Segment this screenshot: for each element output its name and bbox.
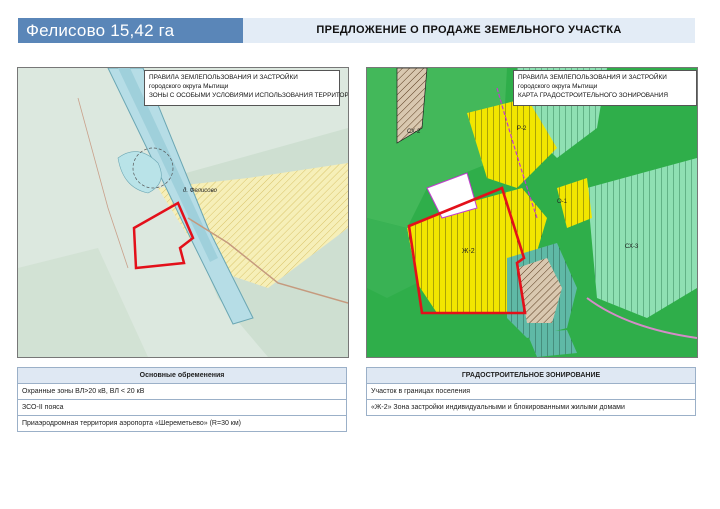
zoning-map-graphic: Ж-2 СХ-2 СХ-3 Р-2 О-1 bbox=[367, 68, 697, 357]
zoning-legend: ПРАВИЛА ЗЕМЛЕПОЛЬЗОВАНИЯ И ЗАСТРОЙКИ гор… bbox=[513, 70, 697, 106]
zone-label: Ж-2 bbox=[462, 248, 475, 255]
table-row: «Ж-2» Зона застройки индивидуальными и б… bbox=[366, 399, 696, 416]
page-title: Фелисово 15,42 га bbox=[18, 18, 243, 43]
encumbrances-table: Основные обременения Охранные зоны ВЛ>20… bbox=[17, 367, 347, 432]
zone-label: СХ-2 bbox=[407, 129, 421, 135]
zoning-heading: ГРАДОСТРОИТЕЛЬНОЕ ЗОНИРОВАНИЕ bbox=[366, 367, 696, 384]
zoning-table: ГРАДОСТРОИТЕЛЬНОЕ ЗОНИРОВАНИЕ Участок в … bbox=[366, 367, 696, 416]
restrictions-map-graphic: д. Фелисово bbox=[18, 68, 348, 357]
table-row: Участок в границах поселения bbox=[366, 383, 696, 400]
table-row: Охранные зоны ВЛ>20 кВ, ВЛ < 20 кВ bbox=[17, 383, 347, 400]
legend-line: городского округа Мытищи bbox=[518, 83, 598, 90]
village-label: д. Фелисово bbox=[183, 188, 218, 194]
zoning-map[interactable]: Ж-2 СХ-2 СХ-3 Р-2 О-1 ПРАВИЛА ЗЕМЛЕПОЛЬЗ… bbox=[366, 67, 698, 358]
legend-line: ЗОНЫ С ОСОБЫМИ УСЛОВИЯМИ ИСПОЛЬЗОВАНИЯ Т… bbox=[149, 92, 349, 99]
restrictions-map[interactable]: д. Фелисово ПРАВИЛА ЗЕМЛЕПОЛЬЗОВАНИЯ И З… bbox=[17, 67, 349, 358]
legend-line: городского округа Мытищи bbox=[149, 83, 229, 90]
restrictions-legend: ПРАВИЛА ЗЕМЛЕПОЛЬЗОВАНИЯ И ЗАСТРОЙКИ гор… bbox=[144, 70, 349, 106]
offer-banner: ПРЕДЛОЖЕНИЕ О ПРОДАЖЕ ЗЕМЕЛЬНОГО УЧАСТКА bbox=[243, 18, 695, 43]
table-row: ЗСО-II пояса bbox=[17, 399, 347, 416]
zone-label: Р-2 bbox=[517, 126, 527, 132]
table-row: Приаэродромная территория аэропорта «Шер… bbox=[17, 415, 347, 432]
zone-label: О-1 bbox=[557, 199, 568, 205]
legend-line: ПРАВИЛА ЗЕМЛЕПОЛЬЗОВАНИЯ И ЗАСТРОЙКИ bbox=[149, 74, 298, 81]
zone-label: СХ-3 bbox=[625, 244, 639, 250]
legend-line: КАРТА ГРАДОСТРОИТЕЛЬНОГО ЗОНИРОВАНИЯ bbox=[518, 92, 668, 99]
encumbrances-heading: Основные обременения bbox=[17, 367, 347, 384]
legend-line: ПРАВИЛА ЗЕМЛЕПОЛЬЗОВАНИЯ И ЗАСТРОЙКИ bbox=[518, 74, 667, 81]
